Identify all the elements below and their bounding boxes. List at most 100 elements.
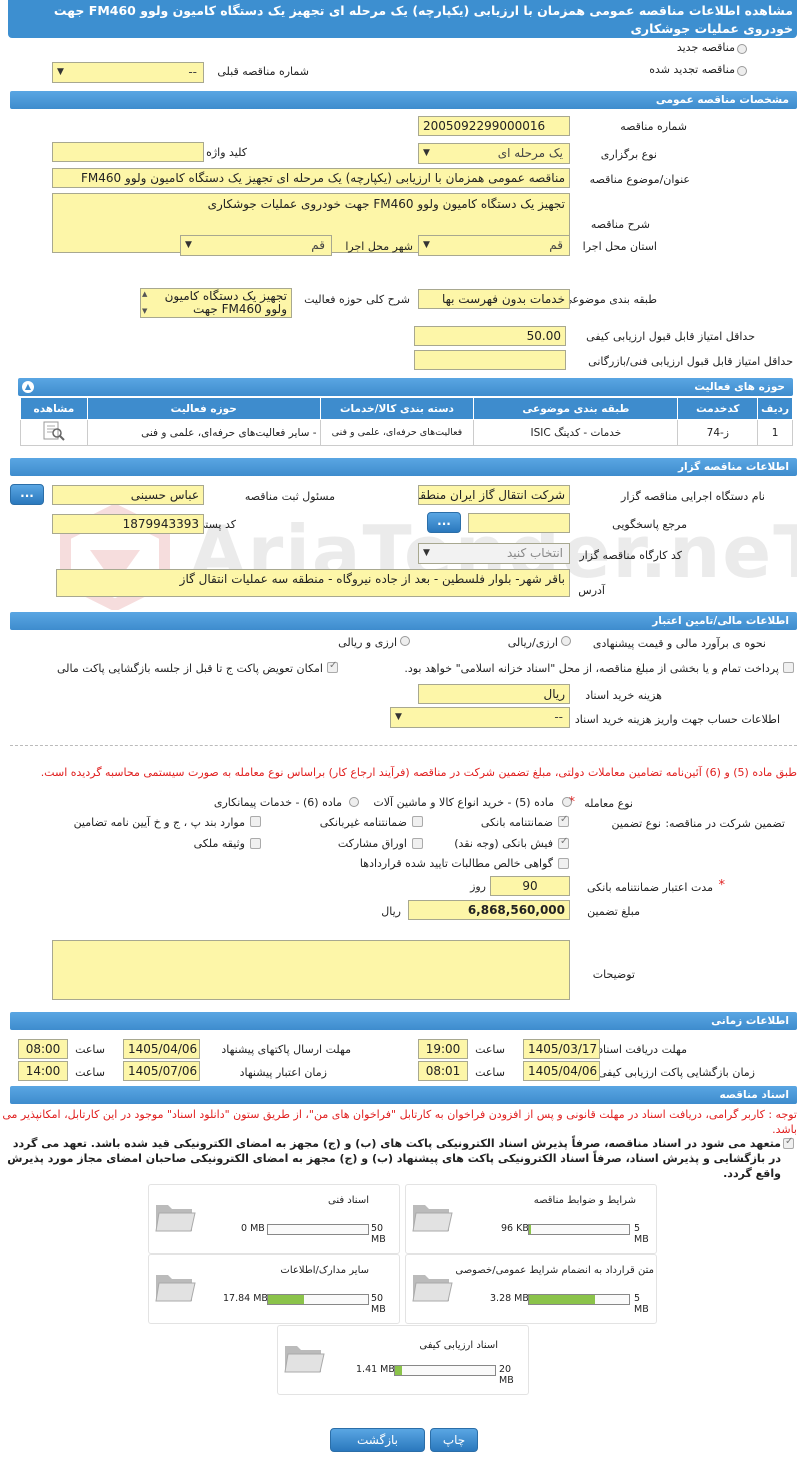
min-quality-field[interactable]: 50.00 xyxy=(414,326,566,346)
doc-name: اسناد ارزیابی کیفی xyxy=(419,1340,498,1351)
province-value: قم xyxy=(549,238,563,252)
doc-progress-fill xyxy=(395,1366,402,1375)
fx-rial-radio[interactable] xyxy=(561,636,571,646)
activity-desc-field[interactable]: تجهیز یک دستگاه کامیون ولوو FM460 جهت خو… xyxy=(140,288,292,318)
doc-card[interactable]: اسناد فنی 0 MB 50 MB xyxy=(148,1184,400,1254)
opening-date[interactable]: 1405/04/06 xyxy=(523,1061,600,1081)
doc-max-size: 50 MB xyxy=(371,1293,386,1315)
commit-checkbox[interactable] xyxy=(783,1136,794,1149)
folder-icon xyxy=(155,1275,196,1302)
back-button[interactable]: بازگشت xyxy=(330,1428,425,1452)
account-info-select[interactable]: -- ▼ xyxy=(390,707,570,728)
doc-progress-fill xyxy=(529,1295,595,1304)
clause-items-checkbox[interactable] xyxy=(250,816,261,827)
chevron-down-icon: ▼ xyxy=(423,240,430,250)
send-deadline-time[interactable]: 08:00 xyxy=(18,1039,68,1059)
doc-progress-bar xyxy=(528,1294,630,1305)
guarantee-participation-label: تضمین شرکت در مناقصه: xyxy=(665,817,785,830)
validity-label: زمان اعتبار پیشنهاد xyxy=(239,1066,327,1079)
tender-number-field[interactable]: 2005092299000016 xyxy=(418,116,570,136)
property-collateral-checkbox[interactable] xyxy=(250,838,261,849)
send-deadline-date[interactable]: 1405/04/06 xyxy=(123,1039,200,1059)
treasury-checkbox[interactable] xyxy=(783,662,794,673)
opening-time-label: زمان بازگشایی پاکت ارزیابی کیفی xyxy=(597,1066,755,1079)
col-code: کدخدمت xyxy=(677,397,759,420)
bank-receipt-checkbox[interactable] xyxy=(558,836,569,849)
divider xyxy=(10,745,797,746)
tender-type-label: نوع برگزاری xyxy=(600,148,657,161)
collapse-icon[interactable]: ▲ xyxy=(22,381,34,393)
select-reference-button[interactable]: ... xyxy=(427,512,461,533)
address-field[interactable]: باقر شهر- بلوار فلسطین - بعد از جاده نیر… xyxy=(56,569,570,597)
days-unit: روز xyxy=(470,880,486,893)
doc-name: متن قرارداد به انضمام شرایط عمومی/خصوصی xyxy=(455,1265,654,1276)
bonds-checkbox[interactable] xyxy=(412,838,423,849)
validity-time[interactable]: 14:00 xyxy=(18,1061,68,1081)
commit-text: متعهد می شود در اسناد مناقصه، صرفاً پذیر… xyxy=(7,1137,781,1180)
view-document-icon[interactable] xyxy=(41,420,67,442)
table-row: 1 ز-74 خدمات - کدینگ ISIC فعالیت‌های حرف… xyxy=(20,419,793,446)
city-select[interactable]: قم ▼ xyxy=(180,235,332,256)
doc-cost-unit: ریال xyxy=(543,687,565,701)
reference-field[interactable] xyxy=(468,513,570,533)
bank-guarantee-days-label: مدت اعتبار ضمانتنامه بانکی xyxy=(586,881,713,894)
doc-cost-field[interactable]: ریال xyxy=(418,684,570,704)
new-tender-radio[interactable] xyxy=(737,44,747,54)
province-select[interactable]: قم ▼ xyxy=(418,235,570,256)
receive-deadline-time[interactable]: 19:00 xyxy=(418,1039,468,1059)
nonbank-guarantee-checkbox[interactable] xyxy=(412,816,423,827)
select-responsible-button[interactable]: ... xyxy=(10,484,44,505)
col-view: مشاهده xyxy=(20,397,88,420)
clause-items-label: موارد بند پ ، ج و خ آیین نامه تضامین xyxy=(73,816,245,829)
doc-progress-bar xyxy=(394,1365,496,1376)
doc-card[interactable]: سایر مدارک/اطلاعات 17.84 MB 50 MB xyxy=(148,1254,400,1324)
org-name-field[interactable]: شرکت انتقال گاز ایران منطقه xyxy=(418,485,570,505)
bank-guarantee-checkbox[interactable] xyxy=(558,814,569,827)
doc-card[interactable]: متن قرارداد به انضمام شرایط عمومی/خصوصی … xyxy=(405,1254,657,1324)
min-tech-field[interactable] xyxy=(414,350,566,370)
renewed-tender-label: مناقصه تجدید شده xyxy=(649,63,735,76)
renewed-tender-radio[interactable] xyxy=(737,66,747,76)
swap-envelope-checkbox[interactable] xyxy=(327,660,338,673)
property-collateral-label: وثیقه ملکی xyxy=(193,837,245,850)
notes-field[interactable] xyxy=(52,940,570,1000)
scroll-down-icon[interactable]: ▼ xyxy=(142,307,147,315)
responsible-field[interactable]: عباس حسینی xyxy=(52,485,204,505)
print-button[interactable]: چاپ xyxy=(430,1428,478,1452)
deal6-label: ماده (6) - خدمات پیمانکاری xyxy=(213,796,342,809)
account-info-label: اطلاعات حساب جهت واریز هزینه خرید اسناد xyxy=(574,713,780,726)
doc-size: 96 KB xyxy=(501,1223,529,1234)
claims-certificate-checkbox[interactable] xyxy=(558,858,569,869)
doc-size: 1.41 MB xyxy=(356,1364,395,1375)
tender-type-value: یک مرحله ای xyxy=(497,146,563,160)
guarantee-amount-field[interactable]: 6,868,560,000 xyxy=(408,900,570,920)
activity-section-header: حوزه های فعالیت xyxy=(18,378,793,396)
notes-label: توضیحات xyxy=(592,968,635,981)
deal6-radio[interactable] xyxy=(349,797,359,807)
view-cell xyxy=(20,419,88,446)
deal5-radio[interactable] xyxy=(562,797,572,807)
tender-number-label: شماره مناقصه xyxy=(620,120,687,133)
opening-time[interactable]: 08:01 xyxy=(418,1061,468,1081)
receive-deadline-date[interactable]: 1405/03/17 xyxy=(523,1039,600,1059)
guarantee-amount-label: مبلغ تضمین xyxy=(587,905,640,918)
category-field[interactable]: خدمات بدون فهرست بها xyxy=(418,289,570,309)
docs-section-header: اسناد مناقصه xyxy=(10,1086,797,1104)
service-code: ز-74 xyxy=(677,419,759,446)
keyword-field[interactable] xyxy=(52,142,204,162)
postal-code-field[interactable]: 1879943393 xyxy=(52,514,204,534)
col-row: ردیف xyxy=(757,397,793,420)
subject-field[interactable]: مناقصه عمومی همزمان با ارزیابی (یکپارچه)… xyxy=(52,168,570,188)
general-section-header: مشخصات مناقصه عمومی xyxy=(10,91,797,109)
doc-card[interactable]: اسناد ارزیابی کیفی 1.41 MB 20 MB xyxy=(277,1325,529,1395)
reference-label: مرجع پاسخگویی xyxy=(612,518,687,531)
doc-size: 0 MB xyxy=(241,1223,265,1234)
doc-card[interactable]: شرایط و ضوابط مناقصه 96 KB 5 MB xyxy=(405,1184,657,1254)
workshop-code-select[interactable]: انتخاب کنید ▼ xyxy=(418,543,570,564)
fx-and-rial-radio[interactable] xyxy=(400,636,410,646)
scroll-up-icon[interactable]: ▲ xyxy=(142,290,147,298)
tender-type-select[interactable]: یک مرحله ای ▼ xyxy=(418,143,570,164)
bank-guarantee-days-field[interactable]: 90 xyxy=(490,876,570,896)
validity-date[interactable]: 1405/07/06 xyxy=(123,1061,200,1081)
prev-number-select[interactable]: -- ▼ xyxy=(52,62,204,83)
